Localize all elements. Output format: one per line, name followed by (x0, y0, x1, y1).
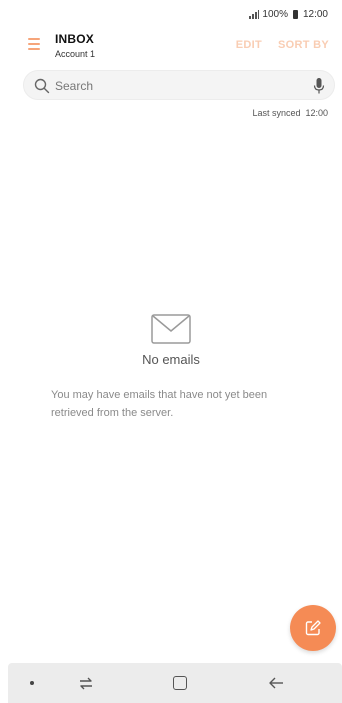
compose-icon (305, 620, 321, 636)
search-bar[interactable] (23, 70, 335, 100)
compose-button[interactable] (290, 605, 336, 651)
last-synced-time: 12:00 (305, 108, 328, 118)
menu-icon[interactable] (27, 36, 43, 52)
account-name: Account 1 (55, 49, 96, 59)
recent-apps-icon[interactable] (78, 675, 94, 691)
system-nav-bar (8, 663, 342, 703)
clock: 12:00 (302, 9, 328, 20)
status-bar: 100% 12:00 (0, 0, 342, 30)
home-icon[interactable] (173, 676, 187, 690)
back-icon[interactable] (268, 675, 284, 691)
nav-indicator-dot (30, 681, 34, 685)
status-indicators: 100% 12:00 (249, 9, 328, 20)
last-synced-label: Last synced (252, 108, 301, 118)
search-icon (34, 78, 50, 94)
mic-icon[interactable] (313, 77, 325, 95)
empty-state: No emails (0, 314, 342, 367)
sort-by-button[interactable]: SORT BY (278, 39, 329, 51)
signal-icon (249, 10, 260, 19)
battery-icon (292, 10, 298, 19)
battery-percent: 100% (262, 9, 288, 20)
envelope-icon (151, 314, 191, 344)
empty-title: No emails (142, 352, 200, 367)
edit-button[interactable]: EDIT (236, 39, 262, 51)
page-title: INBOX (55, 32, 95, 46)
last-synced: Last synced 12:00 (252, 108, 328, 118)
empty-message: You may have emails that have not yet be… (51, 389, 268, 419)
search-input[interactable] (55, 77, 305, 95)
app-header: INBOX Account 1 EDIT SORT BY (0, 30, 342, 66)
